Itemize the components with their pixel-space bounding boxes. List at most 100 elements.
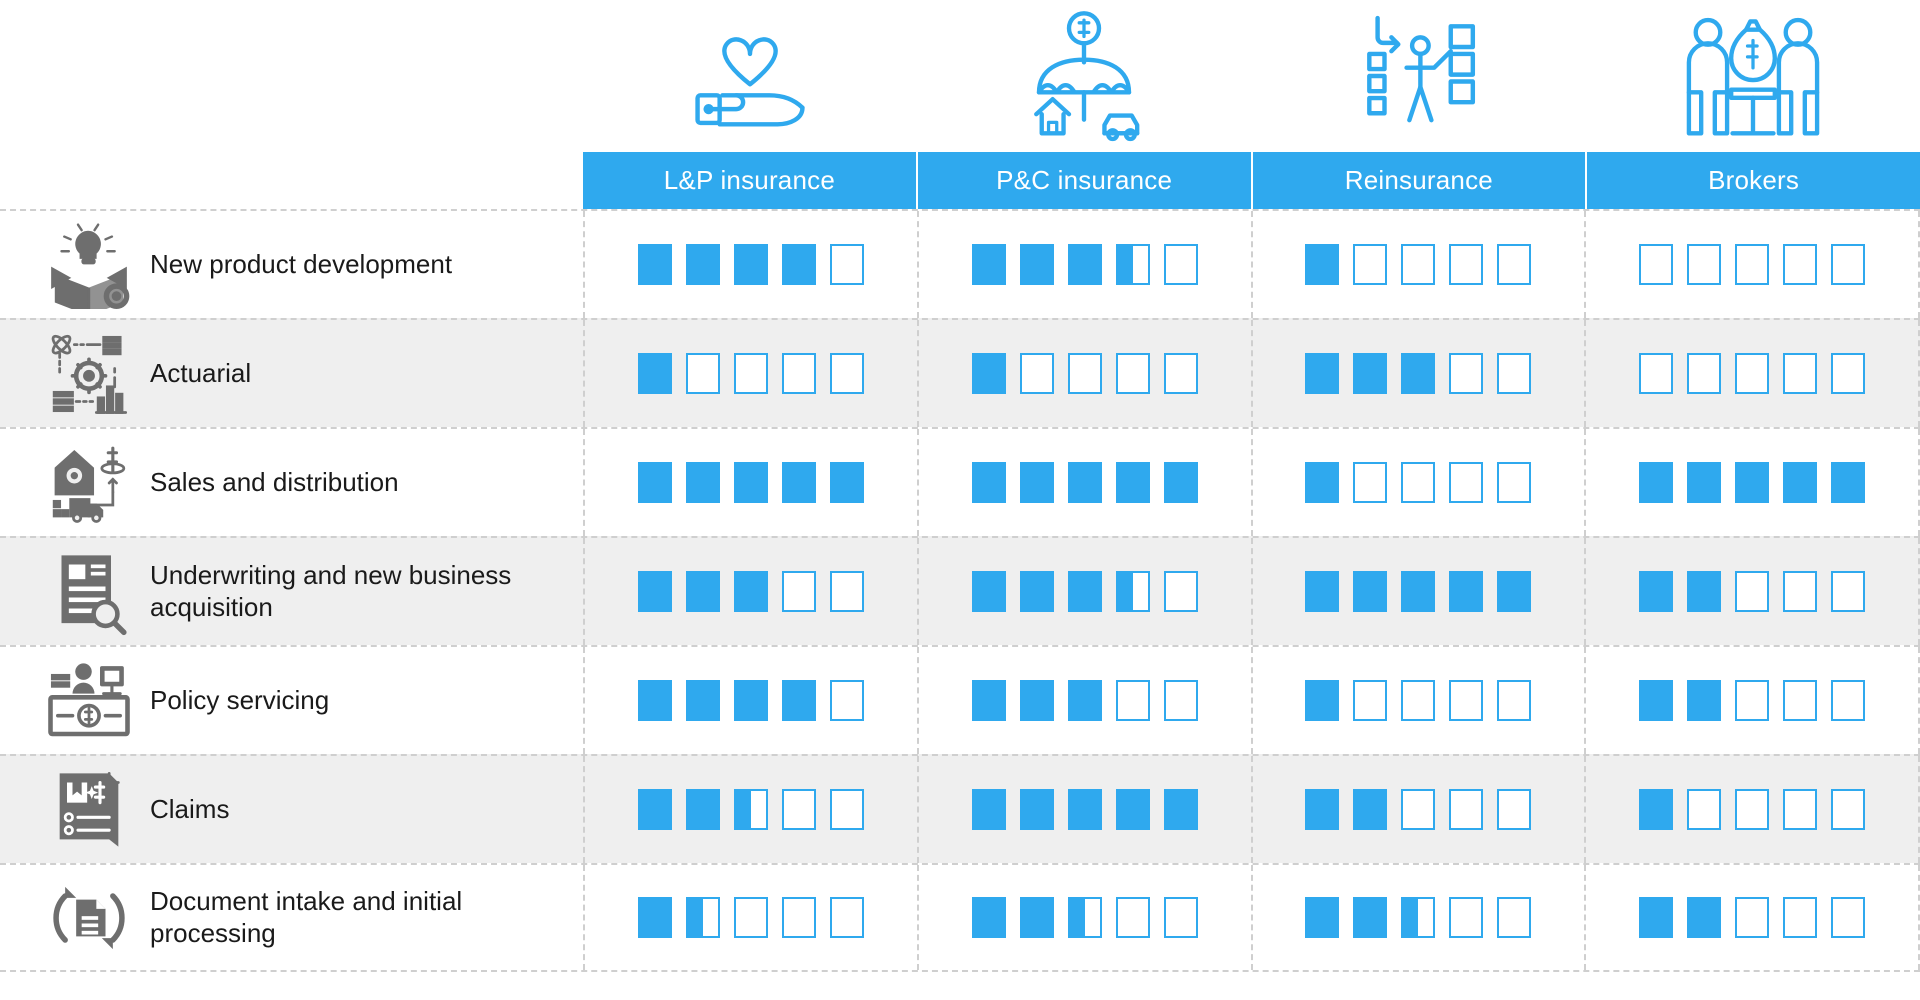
rating-square [1687, 680, 1722, 721]
rating-square [1067, 462, 1102, 503]
rating-square [685, 462, 720, 503]
rating-square [1783, 244, 1818, 285]
rating-square [733, 789, 768, 830]
rating-square [1353, 680, 1388, 721]
rating-square [781, 571, 816, 612]
rating-square [829, 462, 864, 503]
rating-square [1019, 462, 1054, 503]
table-row: Claims [0, 754, 1920, 863]
rating-square [971, 789, 1006, 830]
rating-square [1831, 353, 1866, 394]
rating-cell-brokers[interactable] [1584, 429, 1920, 536]
rating-square [637, 897, 672, 938]
rating-cell-reinsurance[interactable] [1250, 429, 1585, 536]
rating-cell-reinsurance[interactable] [1250, 538, 1585, 645]
column-header-p-and-c[interactable]: P&C insurance [917, 152, 1253, 209]
rating-square [1067, 353, 1102, 394]
rating-square [1735, 571, 1770, 612]
rating-cell-l-and-p[interactable] [583, 865, 917, 970]
rating-cell-p-and-c[interactable] [916, 756, 1251, 863]
rating-cell-l-and-p[interactable] [583, 756, 917, 863]
rating-square [1163, 244, 1198, 285]
rating-square [1449, 244, 1484, 285]
rating-cell-brokers[interactable] [1584, 756, 1920, 863]
rating-square [1067, 680, 1102, 721]
rating-square [1163, 353, 1198, 394]
rating-square [1401, 462, 1436, 503]
rating-cell-l-and-p[interactable] [583, 429, 917, 536]
rating-square [1353, 244, 1388, 285]
rating-square [1449, 789, 1484, 830]
rating-square [971, 680, 1006, 721]
rating-square [1831, 897, 1866, 938]
column-header-row: L&P insurance P&C insurance Reinsurance … [583, 152, 1920, 209]
rating-square [1353, 571, 1388, 612]
rating-square [1019, 244, 1054, 285]
rating-square [1401, 789, 1436, 830]
rating-square [1497, 462, 1532, 503]
rating-square [1067, 244, 1102, 285]
person-at-board-icon [1350, 7, 1488, 145]
rating-square [1163, 789, 1198, 830]
rating-cell-reinsurance[interactable] [1250, 756, 1585, 863]
rating-square [685, 680, 720, 721]
column-header-brokers[interactable]: Brokers [1587, 152, 1920, 209]
table-row: Underwriting and new business acquisitio… [0, 536, 1920, 645]
rating-square [733, 244, 768, 285]
rating-square [1067, 571, 1102, 612]
rating-square [1449, 897, 1484, 938]
rating-square [1019, 789, 1054, 830]
row-icon-document-intake [0, 865, 150, 970]
rating-square [1831, 244, 1866, 285]
column-header-reinsurance[interactable]: Reinsurance [1252, 152, 1588, 209]
rating-square [1735, 462, 1770, 503]
rating-square [1639, 571, 1674, 612]
rating-cell-l-and-p[interactable] [583, 538, 917, 645]
rating-square [1687, 462, 1722, 503]
row-icon-underwriting [0, 538, 150, 645]
rating-cell-brokers[interactable] [1584, 538, 1920, 645]
table-row: Document intake and initial processing [0, 863, 1920, 972]
row-label-policy-servicing: Policy servicing [150, 684, 330, 715]
matrix-rows: New product development Actuarial Sales … [0, 209, 1920, 972]
rating-cell-brokers[interactable] [1584, 647, 1920, 754]
rating-cell-reinsurance[interactable] [1250, 647, 1585, 754]
adoption-matrix: L&P insurance P&C insurance Reinsurance … [0, 0, 1920, 1000]
rating-square [1497, 789, 1532, 830]
row-icon-claims [0, 756, 150, 863]
rating-cell-p-and-c[interactable] [916, 538, 1251, 645]
rating-cell-brokers[interactable] [1584, 211, 1920, 318]
rating-cell-brokers[interactable] [1584, 320, 1920, 427]
rating-square [733, 897, 768, 938]
rating-cell-l-and-p[interactable] [583, 647, 917, 754]
rating-cell-reinsurance[interactable] [1250, 865, 1585, 970]
rating-cell-p-and-c[interactable] [916, 865, 1251, 970]
rating-cell-reinsurance[interactable] [1250, 320, 1585, 427]
rating-cell-brokers[interactable] [1584, 865, 1920, 970]
row-cells [583, 429, 1920, 536]
rating-square [685, 897, 720, 938]
rating-cell-l-and-p[interactable] [583, 320, 917, 427]
rating-cell-reinsurance[interactable] [1250, 211, 1585, 318]
rating-square [781, 244, 816, 285]
rating-cell-l-and-p[interactable] [583, 211, 917, 318]
rating-square [971, 462, 1006, 503]
rating-square [1449, 680, 1484, 721]
rating-square [637, 244, 672, 285]
rating-square [733, 353, 768, 394]
rating-cell-p-and-c[interactable] [916, 429, 1251, 536]
rating-square [1497, 680, 1532, 721]
row-label-underwriting: Underwriting and new business acquisitio… [150, 559, 512, 622]
rating-square [1305, 789, 1340, 830]
rating-square [829, 789, 864, 830]
rating-square [1735, 897, 1770, 938]
rating-square [1401, 680, 1436, 721]
rating-square [829, 244, 864, 285]
rating-cell-p-and-c[interactable] [916, 647, 1251, 754]
rating-cell-p-and-c[interactable] [916, 320, 1251, 427]
column-header-l-and-p[interactable]: L&P insurance [583, 152, 918, 209]
rating-square [1687, 897, 1722, 938]
rating-square [1639, 244, 1674, 285]
rating-square [971, 353, 1006, 394]
rating-cell-p-and-c[interactable] [916, 211, 1251, 318]
